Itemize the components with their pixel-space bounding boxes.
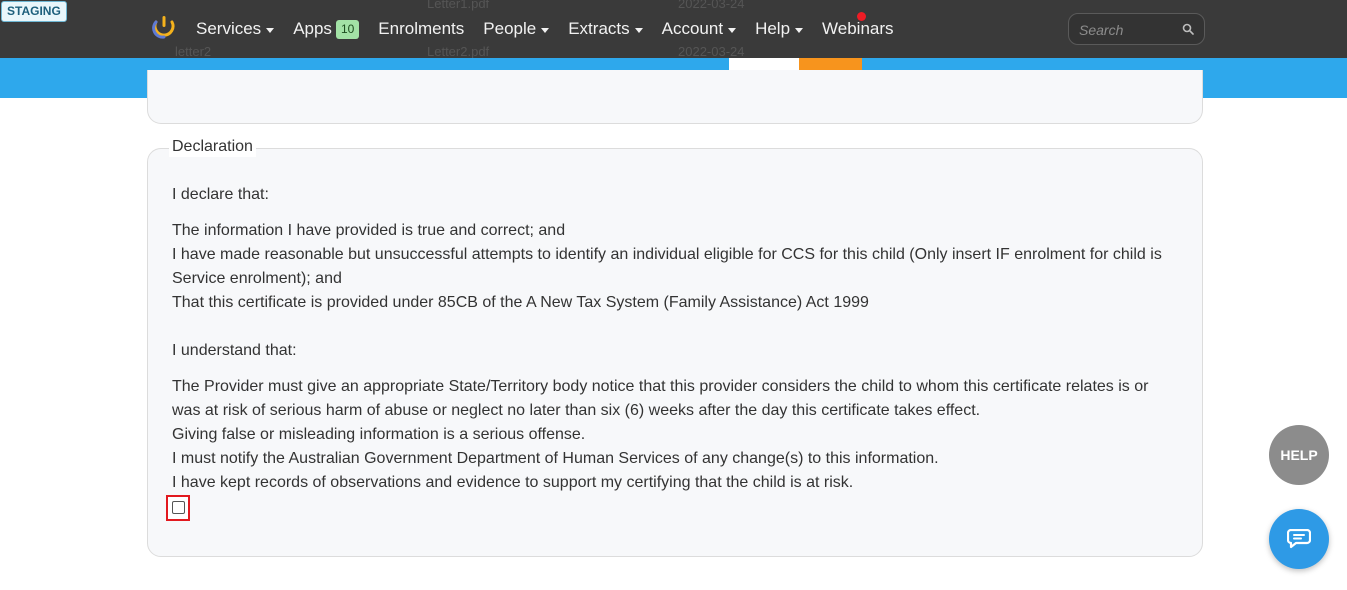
declare-heading: I declare that:: [172, 186, 269, 203]
nav-enrolments[interactable]: Enrolments: [378, 19, 464, 39]
notification-dot: [857, 12, 866, 21]
declaration-checkbox[interactable]: [172, 501, 185, 514]
chat-icon: [1287, 529, 1311, 549]
declare-line: I have made reasonable but unsuccessful …: [172, 246, 1162, 263]
declare-line: The information I have provided is true …: [172, 222, 566, 239]
help-button[interactable]: HELP: [1269, 425, 1329, 485]
nav-people-label: People: [483, 19, 537, 38]
search-input[interactable]: Search: [1068, 13, 1205, 45]
understand-line: was at risk of serious harm of abuse or …: [172, 402, 981, 419]
declaration-legend: Declaration: [169, 137, 256, 157]
nav-apps-label: Apps: [293, 19, 332, 38]
nav-people[interactable]: People: [483, 19, 550, 39]
chevron-down-icon: [728, 27, 737, 33]
nav-account[interactable]: Account: [661, 19, 737, 39]
nav-account-label: Account: [661, 19, 724, 38]
apps-count-badge: 10: [335, 19, 360, 39]
nav-extracts-label: Extracts: [568, 19, 630, 38]
nav-enrolments-label: Enrolments: [378, 19, 465, 38]
search-icon[interactable]: [1182, 23, 1194, 35]
understand-line: I must notify the Australian Government …: [172, 450, 939, 467]
nav-help-label: Help: [755, 19, 791, 38]
declaration-checkbox-highlight: [166, 495, 190, 521]
top-navigation-bar: Letter1.pdf 2022-03-24 letter2 Letter2.p…: [0, 0, 1347, 58]
nav-extracts[interactable]: Extracts: [568, 19, 643, 39]
nav-services-label: Services: [196, 19, 262, 38]
chevron-down-icon: [266, 27, 275, 33]
chevron-down-icon: [634, 27, 643, 33]
chevron-down-icon: [795, 27, 804, 33]
understand-line: Giving false or misleading information i…: [172, 426, 586, 443]
search-placeholder: Search: [1079, 22, 1124, 38]
environment-badge: STAGING: [1, 1, 67, 22]
chevron-down-icon: [541, 27, 550, 33]
chat-button[interactable]: [1269, 509, 1329, 569]
brand-logo-icon[interactable]: [152, 14, 176, 40]
declare-line: That this certificate is provided under …: [172, 294, 869, 311]
understand-line: I have kept records of observations and …: [172, 474, 854, 491]
nav-webinars-label: Webinars: [822, 19, 894, 38]
previous-section-panel: [147, 70, 1203, 124]
understand-heading: I understand that:: [172, 342, 297, 359]
nav-services[interactable]: Services: [196, 19, 275, 39]
understand-line: The Provider must give an appropriate St…: [172, 378, 1149, 395]
declaration-panel: [147, 148, 1203, 557]
nav-help[interactable]: Help: [755, 19, 804, 39]
nav-apps[interactable]: Apps 10: [293, 19, 360, 39]
declare-line: Service enrolment); and: [172, 270, 342, 287]
main-nav: Services Apps 10 Enrolments People Extrac…: [196, 0, 913, 58]
nav-webinars[interactable]: Webinars: [822, 19, 894, 39]
